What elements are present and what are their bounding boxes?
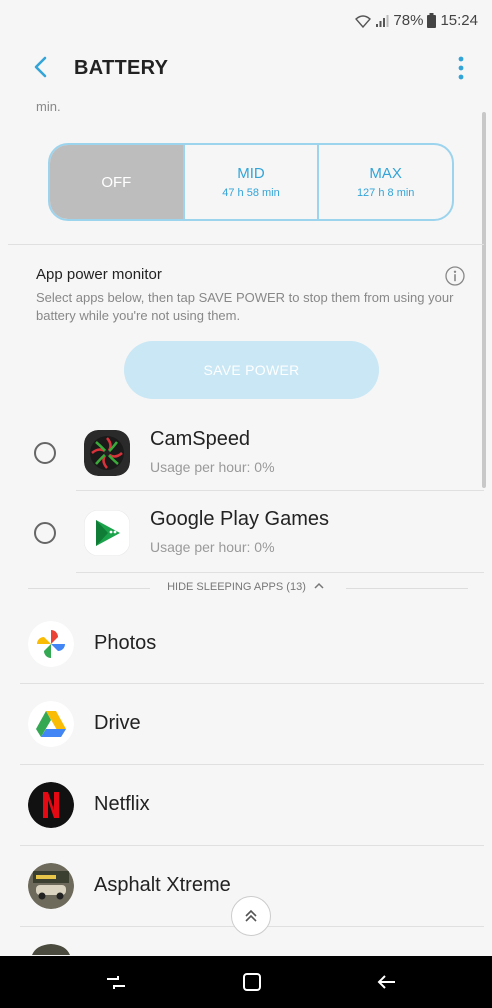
page-title: BATTERY [74, 57, 169, 79]
back-arrow-icon[interactable] [28, 54, 54, 80]
power-mode-mid-label: MID [237, 165, 265, 182]
app-icon-partial [32, 944, 70, 955]
play-games-icon [84, 510, 130, 556]
battery-percent: 78% [393, 12, 424, 29]
chevron-up-icon [314, 582, 324, 589]
battery-icon [427, 13, 437, 28]
double-chevron-up-icon [245, 909, 257, 922]
power-mode-off-label: OFF [101, 173, 132, 191]
home-icon[interactable] [240, 970, 264, 994]
power-mode-max[interactable]: MAX 127 h 8 min [317, 145, 452, 219]
power-mode-mid-time: 47 h 58 min [222, 187, 280, 199]
app-power-monitor-title: App power monitor [36, 266, 162, 283]
more-options-icon[interactable] [456, 54, 466, 82]
app-name: CamSpeed [150, 428, 251, 450]
navigation-bar [0, 956, 492, 1008]
section-divider [8, 244, 484, 245]
app-name: Netflix [94, 793, 150, 815]
list-item[interactable]: Photos [0, 604, 492, 684]
app-power-monitor-description: Select apps below, then tap SAVE POWER t… [36, 290, 454, 323]
power-mode-max-time: 127 h 8 min [356, 187, 415, 199]
list-item[interactable]: Google Play Games Usage per hour: 0% [0, 492, 492, 572]
hide-sleeping-apps-label: HIDE SLEEPING APPS (13) [167, 581, 306, 593]
back-icon[interactable] [375, 970, 399, 994]
hide-sleeping-apps-toggle[interactable]: HIDE SLEEPING APPS (13) [0, 574, 492, 602]
asphalt-icon [28, 863, 74, 909]
clock: 15:24 [440, 12, 478, 29]
wifi-icon [355, 14, 372, 28]
photos-icon [28, 621, 74, 667]
top-fade [0, 92, 492, 100]
list-divider [76, 572, 484, 573]
select-radio[interactable] [34, 442, 56, 464]
power-mode-mid[interactable]: MID 47 h 58 min [182, 145, 318, 219]
netflix-icon [28, 782, 74, 828]
camspeed-icon [84, 430, 130, 476]
info-icon[interactable] [444, 265, 466, 287]
app-name: Drive [94, 712, 141, 734]
list-item[interactable]: CamSpeed Usage per hour: 0% [0, 412, 492, 492]
clipped-description: min. [36, 99, 61, 114]
app-name: Photos [94, 632, 157, 654]
divider-right [346, 588, 468, 589]
scroll-to-top-button[interactable] [231, 896, 271, 936]
status-bar: 78% 15:24 [0, 0, 492, 40]
list-item[interactable]: Netflix [0, 765, 492, 845]
app-name: Asphalt Xtreme [94, 874, 231, 896]
recent-apps-icon[interactable] [104, 970, 128, 994]
list-item[interactable]: Drive [0, 684, 492, 764]
status-icons: 78% 15:24 [355, 12, 478, 29]
app-usage: Usage per hour: 0% [150, 459, 275, 475]
power-mode-max-label: MAX [369, 165, 402, 182]
list-divider [76, 490, 484, 491]
signal-icon [376, 14, 389, 27]
power-mode-selector: OFF MID 47 h 58 min MAX 127 h 8 min [48, 143, 454, 221]
app-usage: Usage per hour: 0% [150, 539, 275, 555]
save-power-button[interactable]: SAVE POWER [124, 341, 379, 399]
app-name: Google Play Games [150, 508, 329, 530]
select-radio[interactable] [34, 522, 56, 544]
app-bar: BATTERY [0, 40, 492, 96]
power-mode-off[interactable]: OFF [50, 145, 183, 219]
drive-icon [28, 701, 74, 747]
